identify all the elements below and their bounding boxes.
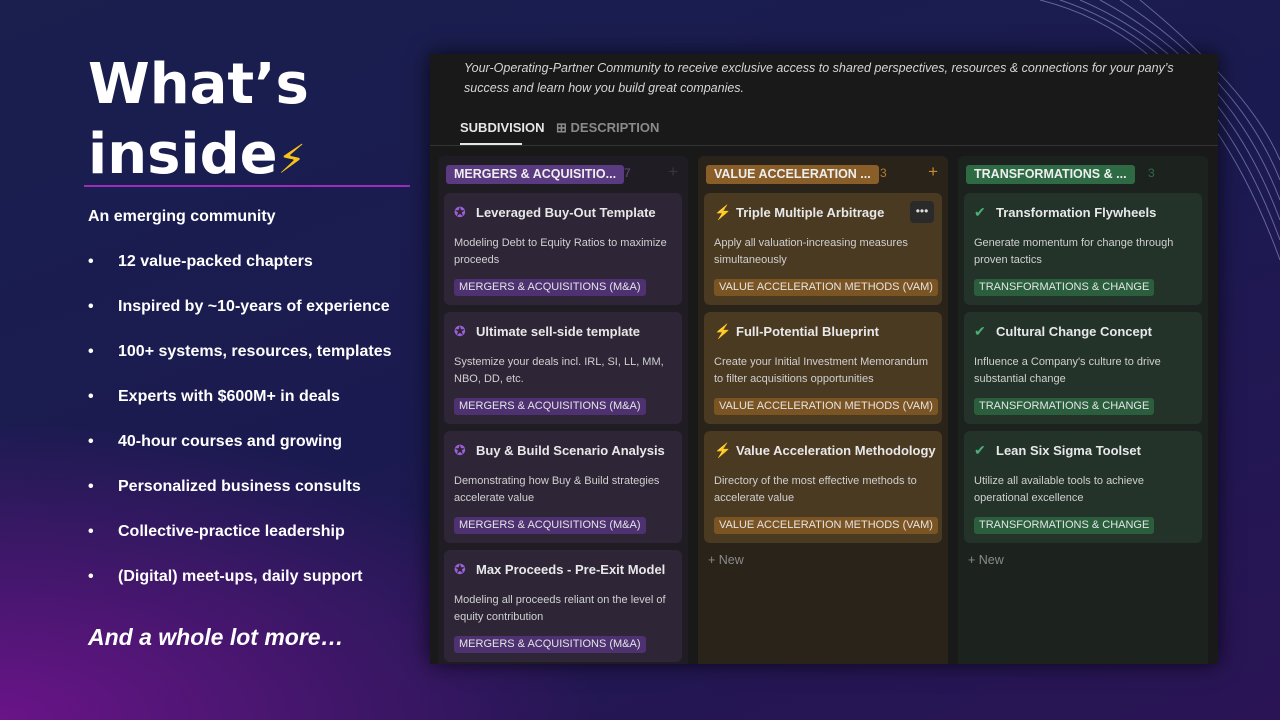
card-title: Transformation Flywheels (996, 205, 1157, 220)
card-tag: MERGERS & ACQUISITIONS (M&A) (454, 398, 646, 415)
star-icon: ✪ (454, 204, 466, 220)
tab-description[interactable]: ⊞ DESCRIPTION (556, 120, 659, 136)
lightning-icon: ⚡ (714, 204, 732, 220)
new-card-button[interactable]: + New (968, 553, 1004, 567)
card-title: Ultimate sell-side template (476, 324, 640, 339)
bullet-dot: • (88, 298, 94, 315)
card-tag: MERGERS & ACQUISITIONS (M&A) (454, 279, 646, 296)
bullet-dot: • (88, 523, 94, 540)
plus-icon: + (968, 553, 979, 567)
card-title: Triple Multiple Arbitrage (736, 205, 885, 220)
bullet-dot: • (88, 343, 94, 360)
title-line-2: inside (88, 122, 278, 187)
add-card-icon[interactable]: + (1188, 162, 1198, 182)
card-title: Buy & Build Scenario Analysis (476, 443, 665, 458)
lightning-icon: ⚡ (714, 323, 732, 339)
card-tag: TRANSFORMATIONS & CHANGE (974, 398, 1155, 415)
star-icon: ✪ (454, 442, 466, 458)
bullet-text: Inspired by ~10-years of experience (118, 298, 390, 315)
bullet-text: Collective-practice leadership (118, 523, 345, 540)
card-title: Value Acceleration Methodology (736, 443, 936, 458)
card-description: Directory of the most effective methods … (714, 475, 917, 504)
card[interactable]: ⚡ Full-Potential Blueprint Create your I… (704, 312, 942, 424)
card-description: Utilize all available tools to achieve o… (974, 475, 1144, 504)
card-title: Cultural Change Concept (996, 324, 1153, 339)
card-description: Create your Initial Investment Memorandu… (714, 356, 928, 385)
bullet-dot: • (88, 568, 94, 585)
divider (84, 185, 410, 187)
lightning-icon: ⚡ (277, 137, 306, 183)
card-tag: TRANSFORMATIONS & CHANGE (974, 517, 1155, 534)
column-title[interactable]: MERGERS & ACQUISITIO... (446, 165, 625, 184)
new-label: New (718, 553, 744, 567)
subtitle: An emerging community (88, 208, 276, 225)
bullet-text: Experts with $600M+ in deals (118, 388, 340, 405)
bullet-text: Personalized business consults (118, 478, 361, 495)
card[interactable]: ✪ Ultimate sell-side template Systemize … (444, 312, 682, 424)
grid-icon: ⊞ (556, 120, 571, 135)
card[interactable]: ✔ Cultural Change Concept Influence a Co… (964, 312, 1202, 424)
card[interactable]: ⚡ Triple Multiple Arbitrage Apply all va… (704, 193, 942, 305)
card[interactable]: ✔ Lean Six Sigma Toolset Utilize all ava… (964, 431, 1202, 543)
more-options-button[interactable]: ••• (910, 201, 934, 223)
bullet-text: (Digital) meet-ups, daily support (118, 568, 363, 585)
column-count: 3 (880, 166, 887, 180)
card-tag: VALUE ACCELERATION METHODS (VAM) (714, 398, 938, 415)
card-tag: TRANSFORMATIONS & CHANGE (974, 279, 1155, 296)
card-tag: MERGERS & ACQUISITIONS (M&A) (454, 517, 646, 534)
card[interactable]: ✪ Max Proceeds - Pre-Exit Model Modeling… (444, 550, 682, 662)
card[interactable]: ⚡ Value Acceleration Methodology Directo… (704, 431, 942, 543)
card-description: Generate momentum for change through pro… (974, 237, 1174, 266)
add-card-icon[interactable]: + (928, 162, 938, 182)
card-description: Modeling all proceeds reliant on the lev… (454, 594, 666, 623)
app-screenshot: Your-Operating-Partner Community to rece… (430, 54, 1218, 664)
check-icon: ✔ (974, 442, 986, 458)
board-column: VALUE ACCELERATION ... 3 + ⚡ Triple Mult… (698, 156, 948, 664)
card-title: Leveraged Buy-Out Template (476, 205, 656, 220)
add-card-icon[interactable]: + (668, 162, 678, 182)
view-tabs: SUBDIVISION ⊞ DESCRIPTION (430, 116, 1218, 146)
bullet-dot: • (88, 388, 94, 405)
board-column: MERGERS & ACQUISITIO... 7 + ✪ Leveraged … (438, 156, 688, 664)
lightning-icon: ⚡ (714, 442, 732, 458)
card-title: Full-Potential Blueprint (736, 324, 879, 339)
bullet-text: 40-hour courses and growing (118, 433, 343, 450)
star-icon: ✪ (454, 323, 466, 339)
card-title: Max Proceeds - Pre-Exit Model (476, 562, 666, 577)
check-icon: ✔ (974, 323, 986, 339)
bullet-dot: • (88, 478, 94, 495)
slide-title: What’s inside⚡ (88, 50, 309, 195)
title-line-1: What’s (88, 52, 309, 117)
community-description: Your-Operating-Partner Community to rece… (464, 61, 1174, 95)
bullet-text: 100+ systems, resources, templates (118, 343, 392, 360)
bullet-dot: • (88, 253, 94, 270)
check-icon: ✔ (974, 204, 986, 220)
bullet-dot: • (88, 433, 94, 450)
bullet-text: 12 value-packed chapters (118, 253, 313, 270)
column-title[interactable]: VALUE ACCELERATION ... (706, 165, 879, 184)
card-title: Lean Six Sigma Toolset (996, 443, 1141, 458)
closing-text: And a whole lot more… (88, 624, 344, 650)
card[interactable]: ✔ Transformation Flywheels Generate mome… (964, 193, 1202, 305)
card-tag: VALUE ACCELERATION METHODS (VAM) (714, 517, 938, 534)
new-label: New (978, 553, 1004, 567)
board-column: TRANSFORMATIONS & ... 3 + ✔ Transformati… (958, 156, 1208, 664)
card-description: Systemize your deals incl. IRL, SI, LL, … (454, 356, 664, 385)
tab-description-label: DESCRIPTION (570, 120, 660, 135)
column-title[interactable]: TRANSFORMATIONS & ... (966, 165, 1135, 184)
card-description: Demonstrating how Buy & Build strategies… (454, 475, 660, 504)
tab-subdivision[interactable]: SUBDIVISION (460, 120, 545, 145)
card-description: Modeling Debt to Equity Ratios to maximi… (454, 237, 667, 266)
card[interactable]: ✪ Leveraged Buy-Out Template Modeling De… (444, 193, 682, 305)
card-tag: VALUE ACCELERATION METHODS (VAM) (714, 279, 938, 296)
card-description: Apply all valuation-increasing measures … (714, 237, 908, 266)
card[interactable]: ✪ Buy & Build Scenario Analysis Demonstr… (444, 431, 682, 543)
plus-icon: + (708, 553, 719, 567)
new-card-button[interactable]: + New (708, 553, 744, 567)
column-count: 3 (1148, 166, 1155, 180)
card-description: Influence a Company's culture to drive s… (974, 356, 1161, 385)
column-count: 7 (624, 166, 631, 180)
star-icon: ✪ (454, 561, 466, 577)
card-tag: MERGERS & ACQUISITIONS (M&A) (454, 636, 646, 653)
